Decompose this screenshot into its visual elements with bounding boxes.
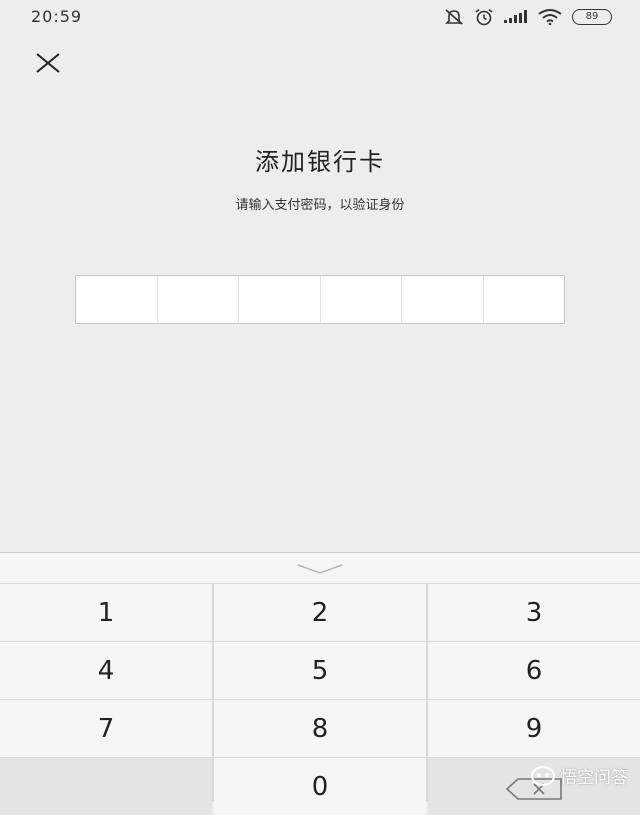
key-blank	[0, 758, 212, 815]
mute-icon	[444, 8, 464, 26]
close-icon	[36, 53, 60, 73]
key-7[interactable]: 7	[0, 700, 212, 757]
key-6[interactable]: 6	[428, 642, 640, 699]
password-digit-box[interactable]	[239, 276, 321, 323]
page-subtitle: 请输入支付密码，以验证身份	[235, 198, 405, 213]
password-input[interactable]	[75, 275, 565, 324]
chevron-down-icon	[297, 564, 343, 574]
password-digit-box[interactable]	[158, 276, 239, 323]
key-4[interactable]: 4	[0, 642, 212, 699]
alarm-icon	[474, 8, 494, 26]
watermark: 悟空问答	[530, 763, 628, 788]
password-digit-box[interactable]	[76, 276, 158, 323]
wifi-icon	[538, 9, 562, 25]
battery-indicator: 89	[572, 9, 612, 25]
password-digit-box[interactable]	[402, 276, 484, 323]
status-icons: 89	[444, 8, 612, 26]
page-title: 添加银行卡	[255, 148, 385, 176]
key-3[interactable]: 3	[428, 584, 640, 641]
key-5[interactable]: 5	[214, 642, 426, 699]
status-bar: 20:59 89	[0, 0, 640, 34]
key-1[interactable]: 1	[0, 584, 212, 641]
password-digit-box[interactable]	[484, 276, 565, 323]
status-time: 20:59	[31, 7, 83, 26]
close-button[interactable]	[34, 51, 62, 75]
password-digit-box[interactable]	[321, 276, 402, 323]
keyboard-collapse-button[interactable]	[0, 553, 640, 583]
key-0[interactable]: 0	[214, 758, 426, 815]
key-8[interactable]: 8	[214, 700, 426, 757]
signal-icon	[504, 10, 528, 24]
wukong-logo-icon	[531, 765, 555, 786]
key-9[interactable]: 9	[428, 700, 640, 757]
key-2[interactable]: 2	[214, 584, 426, 641]
watermark-text: 悟空问答	[560, 768, 628, 788]
